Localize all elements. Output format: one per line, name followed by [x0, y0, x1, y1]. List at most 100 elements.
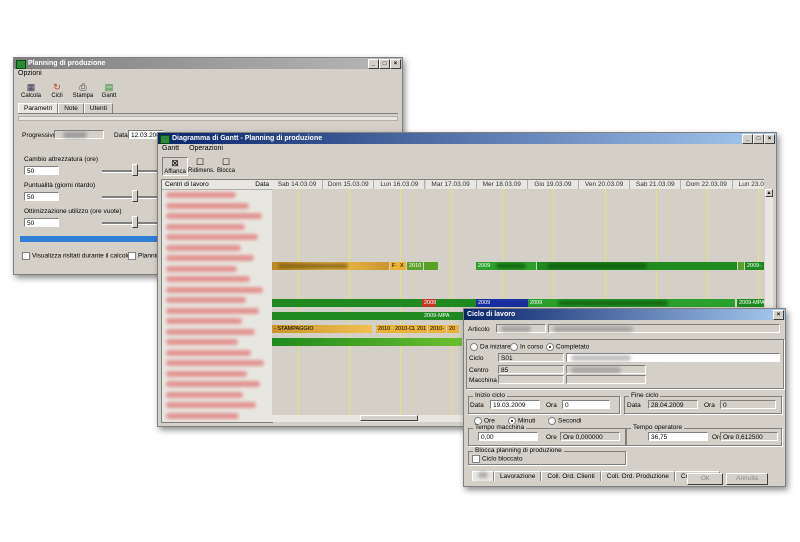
tab-coll-ord-produzione[interactable]: Coll. Ord. Produzione — [600, 471, 675, 481]
resource-row[interactable] — [162, 222, 272, 232]
maximize-button[interactable]: □ — [753, 134, 764, 144]
resource-row[interactable] — [162, 253, 272, 263]
gantt-bar[interactable]: 2010-CL — [393, 325, 415, 333]
gantt-bar[interactable] — [272, 338, 462, 346]
cambio-slider-thumb[interactable] — [132, 164, 138, 176]
gantt-bar[interactable]: 20 — [447, 325, 459, 333]
close-button[interactable]: × — [764, 134, 775, 144]
puntualita-field[interactable]: 50 — [24, 192, 59, 201]
gantt-bar[interactable]: X — [398, 262, 406, 270]
ok-button[interactable]: Ok — [687, 473, 723, 485]
ciclo-bloccato-checkbox[interactable]: Ciclo bloccato — [472, 455, 522, 463]
stato-in-corso[interactable]: In corso — [510, 343, 543, 351]
stato-completato[interactable]: Completato — [546, 343, 589, 351]
gantt-bar[interactable]: 2009- — [745, 262, 764, 270]
completato-radio[interactable] — [546, 343, 554, 351]
resource-row[interactable] — [162, 390, 272, 400]
tab-lavorazione[interactable]: Lavorazione — [494, 471, 542, 481]
ottimizzazione-slider-thumb[interactable] — [132, 216, 138, 228]
minimize-button[interactable]: _ — [368, 59, 379, 69]
gantt-bar[interactable] — [436, 299, 476, 307]
gantt-bar[interactable] — [272, 262, 389, 270]
plannin-check-box[interactable] — [128, 252, 136, 260]
resource-row[interactable] — [162, 337, 272, 347]
resource-row[interactable] — [162, 201, 272, 211]
inizio-ora-field[interactable]: 0 — [562, 400, 610, 409]
tab-utenti[interactable]: Utenti — [83, 103, 113, 113]
ciclo-title-bar[interactable]: Ciclo di lavoro × — [464, 309, 785, 320]
affianca-button[interactable]: ⊠ Affianca — [162, 157, 188, 176]
resource-row[interactable] — [162, 306, 272, 316]
gantt-bar[interactable] — [537, 262, 737, 270]
resource-row[interactable] — [162, 327, 272, 337]
da-iniziare-radio[interactable] — [470, 343, 478, 351]
resource-row[interactable] — [162, 348, 272, 358]
visualizza-checkbox[interactable]: Visualizza risltati durante il calcolo — [22, 252, 131, 260]
close-button[interactable]: × — [390, 59, 401, 69]
puntualita-slider-thumb[interactable] — [132, 190, 138, 202]
plannin-checkbox[interactable]: Plannin — [128, 252, 160, 260]
minimize-button[interactable]: _ — [742, 134, 753, 144]
maximize-button[interactable]: □ — [379, 59, 390, 69]
resource-row[interactable] — [162, 243, 272, 253]
resource-row[interactable] — [162, 232, 272, 242]
stato-da-iniziare[interactable]: Da iniziare — [470, 343, 511, 351]
gantt-bar[interactable] — [272, 299, 422, 307]
gantt-bar[interactable]: 2010 — [376, 325, 393, 333]
cambio-slider[interactable] — [102, 170, 160, 173]
scroll-up-arrow[interactable]: ▲ — [765, 189, 773, 197]
horizontal-scroll-thumb[interactable] — [360, 415, 418, 421]
unita-secondi[interactable]: Secondi — [548, 417, 582, 425]
in-corso-radio[interactable] — [510, 343, 518, 351]
tempo-macchina-field[interactable]: 0,00 — [478, 432, 538, 441]
resource-row[interactable] — [162, 190, 272, 200]
gantt-bar[interactable]: 2010- — [428, 325, 446, 333]
resource-row[interactable] — [162, 211, 272, 221]
tab-blurred[interactable] — [472, 471, 494, 481]
gantt-bar[interactable]: 2009-MPA — [737, 299, 764, 307]
tab-coll-ord-clienti[interactable]: Coll. Ord. Clienti — [541, 471, 601, 481]
gantt-bar[interactable]: F — [390, 262, 398, 270]
resource-row[interactable] — [162, 264, 272, 274]
resource-row[interactable] — [162, 316, 272, 326]
resource-row[interactable] — [162, 400, 272, 410]
close-button[interactable]: × — [773, 310, 784, 320]
gantt-bar[interactable]: 2009 — [476, 299, 528, 307]
resource-row[interactable] — [162, 358, 272, 368]
gantt-bar[interactable]: - STAMPAGGIO — [272, 325, 372, 333]
menu-operazioni[interactable]: Operazioni — [189, 145, 223, 152]
gantt-bar[interactable] — [738, 262, 744, 270]
gantt-title-bar[interactable]: Diagramma di Gantt - Planning di produzi… — [158, 133, 776, 144]
gantt-bar[interactable]: 201 — [415, 325, 427, 333]
calcola-button[interactable]: ▦ Calcola — [20, 82, 42, 99]
gantt-button[interactable]: ▤ Gantt — [98, 82, 120, 99]
stampa-button[interactable]: ⎙ Stampa — [72, 82, 94, 99]
ridimens-button[interactable]: ☐ Ridimens. — [188, 157, 215, 174]
gantt-bar[interactable]: 2009 — [476, 262, 536, 270]
gantt-bar[interactable]: 2009 — [528, 299, 735, 307]
gantt-bar[interactable]: 2010 — [407, 262, 423, 270]
gantt-bar[interactable] — [430, 262, 438, 270]
tempo-operatore-field[interactable]: 36,75 — [648, 432, 708, 441]
resource-row[interactable] — [162, 295, 272, 305]
resource-row[interactable] — [162, 369, 272, 379]
tab-parametri[interactable]: Parametri — [18, 103, 59, 113]
menu-gantt[interactable]: Gantt — [162, 145, 179, 152]
resource-row[interactable] — [162, 285, 272, 295]
inizio-data-field[interactable]: 19.03.2009 — [490, 400, 540, 409]
ottimizzazione-field[interactable]: 50 — [24, 218, 59, 227]
resource-row[interactable] — [162, 379, 272, 389]
secondi-radio[interactable] — [548, 417, 556, 425]
resource-row[interactable] — [162, 274, 272, 284]
annulla-button[interactable]: Annulla — [726, 473, 768, 485]
ottimizzazione-slider[interactable] — [102, 222, 160, 225]
tab-note[interactable]: Note — [58, 103, 84, 113]
resource-row[interactable] — [162, 411, 272, 421]
menu-opzioni[interactable]: Opzioni — [18, 70, 42, 77]
gantt-bar[interactable]: 2009 — [422, 299, 436, 307]
visualizza-check-box[interactable] — [22, 252, 30, 260]
blocca-button[interactable]: ☐ Blocca — [214, 157, 238, 174]
cicli-button[interactable]: ↻ Cicli — [46, 82, 68, 99]
planning-title-bar[interactable]: Planning di produzione _ □ × — [14, 58, 402, 69]
cambio-field[interactable]: 50 — [24, 166, 59, 175]
